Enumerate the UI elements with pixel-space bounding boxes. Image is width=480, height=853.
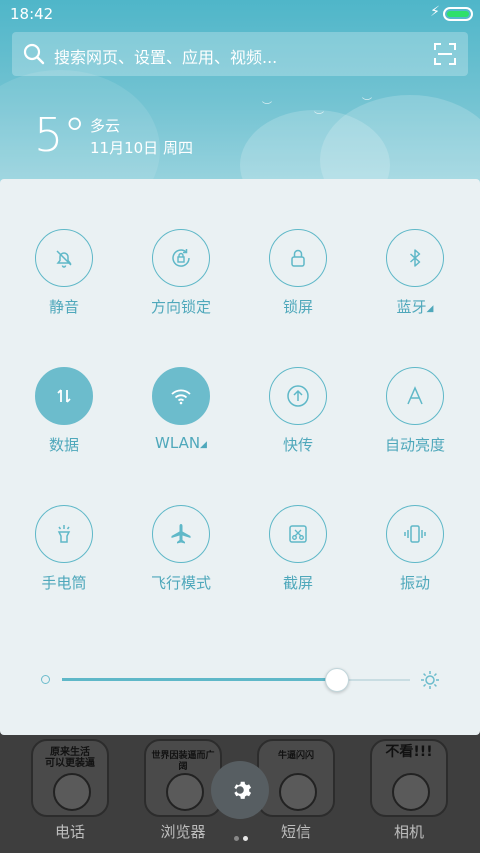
weather-date: 11月10日 周四 <box>90 139 193 157</box>
meme-avatar-icon: 世界因装逼而广阔 <box>144 739 222 817</box>
meme-avatar-icon: 牛逼闪闪 <box>257 739 335 817</box>
bluetooth-icon <box>386 229 444 287</box>
screenshot-icon <box>269 505 327 563</box>
weather-header: ︶ ︶ ︶ 18:42 ⚡ 搜索网页、设置、应用、视频... 5° 多云 11月… <box>0 0 480 185</box>
app-label: 短信 <box>280 823 311 841</box>
dropdown-corner-icon: ◢ <box>426 304 434 314</box>
toggle-label: 快传 <box>282 436 313 454</box>
toggle-bluetooth[interactable]: 蓝牙◢ <box>365 229 465 317</box>
clock: 18:42 <box>10 5 54 23</box>
meme-caption: 牛逼闪闪 <box>277 751 314 761</box>
brightness-high-icon <box>421 671 439 689</box>
brightness-thumb[interactable] <box>324 668 349 692</box>
toggle-label: 锁屏 <box>282 298 313 316</box>
brightness-low-icon <box>41 675 50 684</box>
toggle-mute[interactable]: 静音 <box>14 229 114 317</box>
scan-icon[interactable] <box>434 43 456 65</box>
toggle-airplane-mode[interactable]: 飞行模式 <box>131 505 231 593</box>
airplane-icon <box>152 505 210 563</box>
temperature: 5° <box>34 108 87 162</box>
toggle-label: 静音 <box>48 298 79 316</box>
meme-face-icon <box>166 773 204 811</box>
weather-condition: 多云 <box>90 117 121 135</box>
app-phone[interactable]: 原来生活 可以更装逼 电话 <box>28 739 112 842</box>
dropdown-corner-icon: ◢ <box>200 440 207 450</box>
toggle-lock-screen[interactable]: 锁屏 <box>248 229 348 317</box>
toggle-quick-transfer[interactable]: 快传 <box>248 367 348 455</box>
bird-icon: ︶ <box>362 98 372 109</box>
lock-icon <box>269 229 327 287</box>
app-label: 浏览器 <box>160 823 206 841</box>
toggle-flashlight[interactable]: 手电筒 <box>14 505 114 593</box>
search-icon <box>23 43 45 65</box>
meme-avatar-icon: 不看!!! <box>370 739 448 817</box>
flashlight-icon <box>35 505 93 563</box>
lightning-icon: ⚡ <box>430 4 440 20</box>
toggle-label: 蓝牙◢ <box>396 298 434 316</box>
app-camera[interactable]: 不看!!! 相机 <box>367 739 451 842</box>
auto-brightness-icon <box>386 367 444 425</box>
toggle-label: 方向锁定 <box>150 298 211 316</box>
mute-bell-icon <box>35 229 93 287</box>
status-bar: 18:42 ⚡ <box>0 0 480 28</box>
quick-settings-panel: 静音 方向锁定 锁屏 蓝牙◢ 数据 WLAN◢ 快传 自动亮度 手电筒 飞行模式… <box>0 179 480 735</box>
toggle-vibrate[interactable]: 振动 <box>365 505 465 593</box>
toggle-wlan[interactable]: WLAN◢ <box>131 367 231 452</box>
mobile-data-icon <box>35 367 93 425</box>
meme-face-icon <box>279 773 317 811</box>
toggle-auto-brightness[interactable]: 自动亮度 <box>365 367 465 455</box>
meme-avatar-icon: 原来生活 可以更装逼 <box>31 739 109 817</box>
bird-icon: ︶ <box>314 112 324 123</box>
toggle-label: 自动亮度 <box>384 436 445 454</box>
toggle-label: 手电筒 <box>41 574 87 592</box>
toggle-screenshot[interactable]: 截屏 <box>248 505 348 593</box>
brightness-track-fill <box>62 678 337 681</box>
toggle-label: 飞行模式 <box>150 574 211 592</box>
toggle-mobile-data[interactable]: 数据 <box>14 367 114 455</box>
meme-caption: 世界因装逼而广阔 <box>151 751 215 772</box>
settings-button[interactable] <box>211 761 269 819</box>
rotation-lock-icon <box>152 229 210 287</box>
meme-face-icon <box>53 773 91 811</box>
vibrate-icon <box>386 505 444 563</box>
battery-icon <box>443 7 473 21</box>
app-label: 电话 <box>54 823 85 841</box>
meme-caption: 不看!!! <box>385 744 433 760</box>
meme-face-icon <box>392 773 430 811</box>
meme-caption: 原来生活 可以更装逼 <box>45 747 95 769</box>
page-dot-active <box>243 836 248 841</box>
brightness-slider[interactable] <box>40 665 440 695</box>
wifi-icon <box>152 367 210 425</box>
search-bar[interactable]: 搜索网页、设置、应用、视频... <box>12 32 468 76</box>
toggle-label: WLAN◢ <box>155 434 207 452</box>
bird-icon: ︶ <box>262 102 272 113</box>
toggle-rotation-lock[interactable]: 方向锁定 <box>131 229 231 317</box>
page-dot <box>234 836 239 841</box>
cloud-shape <box>320 95 480 185</box>
gear-icon <box>234 781 252 799</box>
page-indicator <box>232 826 250 845</box>
toggle-label: 数据 <box>48 436 79 454</box>
toggle-label: 截屏 <box>282 574 313 592</box>
toggle-label: 振动 <box>399 574 430 592</box>
quick-transfer-icon <box>269 367 327 425</box>
search-placeholder: 搜索网页、设置、应用、视频... <box>54 48 278 67</box>
app-label: 相机 <box>393 823 424 841</box>
